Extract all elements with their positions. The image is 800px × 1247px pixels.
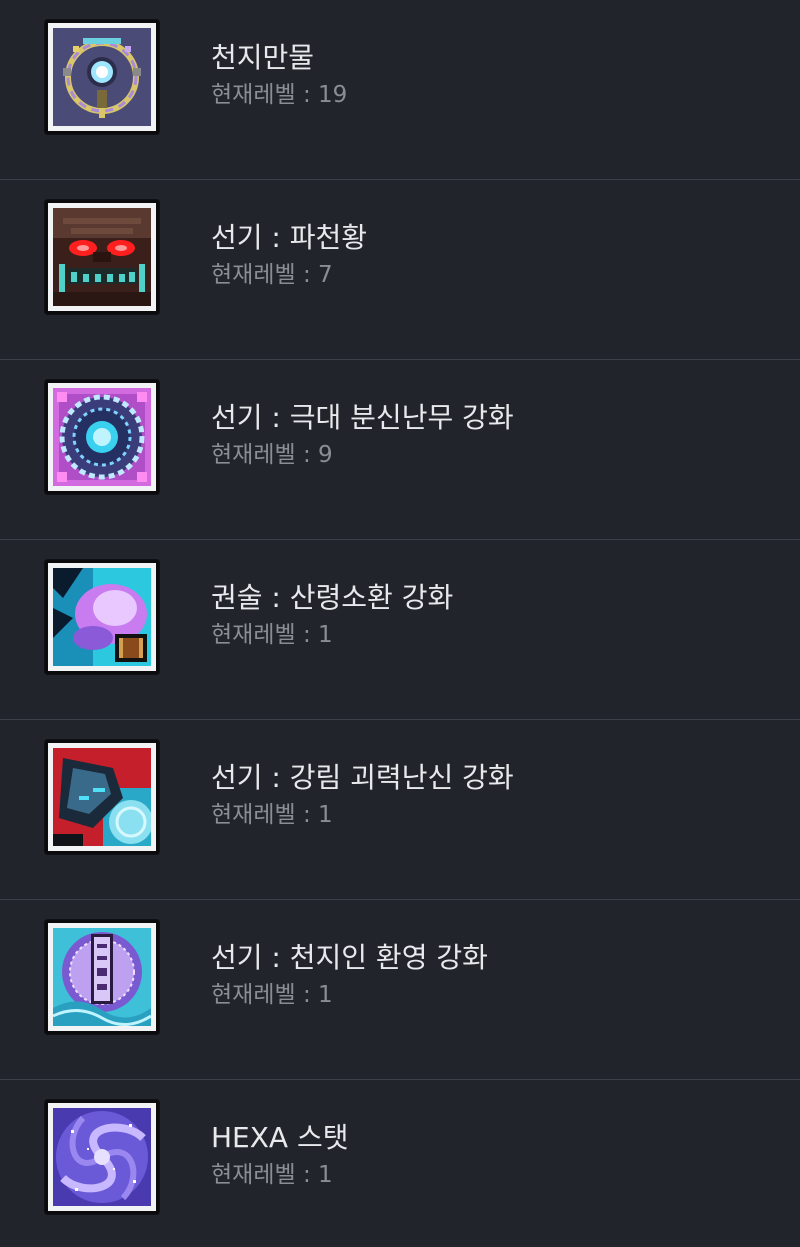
celestial-crest-icon [45, 20, 159, 134]
skill-row[interactable]: 천지만물 현재레벨 : 19 [0, 0, 800, 180]
skill-row[interactable]: 선기 : 극대 분신난무 강화 현재레벨 : 9 [0, 360, 800, 540]
skill-row[interactable]: HEXA 스탯 현재레벨 : 1 [0, 1080, 800, 1247]
skill-level: 현재레벨 : 19 [211, 82, 348, 108]
skill-level: 현재레벨 : 9 [211, 442, 333, 468]
skill-name: 선기 : 강림 괴력난신 강화 [211, 761, 514, 794]
skill-level: 현재레벨 : 1 [211, 1162, 333, 1188]
skill-name: HEXA 스탯 [211, 1121, 349, 1154]
skill-name: 천지만물 [211, 41, 315, 74]
skill-level: 현재레벨 : 7 [211, 262, 333, 288]
skill-row[interactable]: 선기 : 파천황 현재레벨 : 7 [0, 180, 800, 360]
galaxy-swirl-icon [45, 1100, 159, 1214]
skill-name: 선기 : 극대 분신난무 강화 [211, 401, 514, 434]
skill-list: 천지만물 현재레벨 : 19 선기: 파천황 현재레벨: 7 선기: 극대… [0, 0, 800, 1247]
demon-face-icon [45, 200, 159, 314]
skill-name: 선기 : 천지인 환영 강화 [211, 941, 488, 974]
skill-row[interactable]: 선기 : 강림 괴력난신 강화 현재레벨 : 1 [0, 720, 800, 900]
dragon-descent-icon [45, 740, 159, 854]
skill-name: 선기 : 파천황 [211, 221, 368, 254]
skill-name: 권술 : 산령소환 강화 [211, 581, 454, 614]
skill-row[interactable]: 선기 : 천지인 환영 강화 현재레벨 : 1 [0, 900, 800, 1080]
skill-level: 현재레벨 : 1 [211, 802, 333, 828]
skill-row[interactable]: 권술 : 산령소환 강화 현재레벨 : 1 [0, 540, 800, 720]
talisman-vortex-icon [45, 920, 159, 1034]
blue-orb-mandala-icon [45, 380, 159, 494]
skill-level: 현재레벨 : 1 [211, 622, 333, 648]
skill-level: 현재레벨 : 1 [211, 982, 333, 1008]
spirit-summon-scroll-icon [45, 560, 159, 674]
